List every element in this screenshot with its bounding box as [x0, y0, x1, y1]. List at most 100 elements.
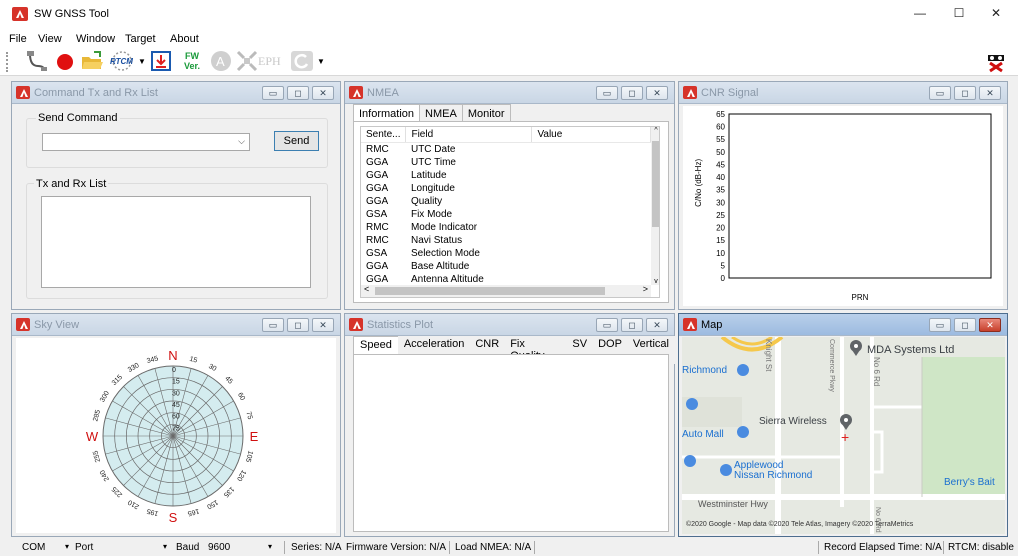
table-row[interactable]: RMC UTC Date	[361, 143, 651, 156]
column-header-field[interactable]: Field	[405, 127, 533, 143]
stats-window: Statistics Plot ▭ ◻ ✕ Speed Acceleration…	[344, 313, 675, 537]
send-button[interactable]: Send	[274, 131, 319, 151]
baud-select-dropdown-icon[interactable]: ▾	[268, 542, 272, 551]
map-view[interactable]: + MDA Systems Ltd Richmond Sierra Wirele…	[682, 337, 1005, 534]
port-select[interactable]: Port	[75, 542, 93, 553]
close-button[interactable]: ✕	[979, 86, 1001, 100]
command-combobox[interactable]: ⌵	[42, 133, 250, 151]
sentence-cell: RMC	[366, 221, 389, 233]
minimize-button[interactable]: —	[906, 6, 934, 22]
minimize-button[interactable]: ▭	[596, 86, 618, 100]
minimize-button[interactable]: ▭	[596, 318, 618, 332]
sky-window: Sky View ▭ ◻ ✕ 0 15 30 45 60 75 15 30 45 60 75 105 1…	[11, 313, 341, 537]
table-header-row: Sente... Field Value	[361, 127, 651, 143]
table-row[interactable]: GGA Base Altitude	[361, 260, 651, 273]
value-cell	[532, 234, 651, 247]
maximize-button[interactable]: ◻	[287, 318, 309, 332]
horizontal-scrollbar[interactable]: < >	[361, 284, 651, 297]
minimize-button[interactable]: ▭	[929, 86, 951, 100]
connect-cable-icon[interactable]	[26, 50, 48, 72]
close-button[interactable]: ✕	[646, 86, 668, 100]
table-row[interactable]: GGA Quality	[361, 195, 651, 208]
table-row[interactable]: GGA Longitude	[361, 182, 651, 195]
maximize-button[interactable]: ◻	[954, 86, 976, 100]
street-commerce-pkwy: Commerce Pkwy	[828, 339, 835, 392]
table-row[interactable]: RMC Navi Status	[361, 234, 651, 247]
record-icon[interactable]	[54, 50, 76, 72]
y-tick-label: 5	[721, 261, 726, 270]
azimuth-label: 135	[222, 485, 235, 498]
tab-monitor[interactable]: Monitor	[461, 104, 511, 122]
map-pin-icon[interactable]	[849, 340, 863, 356]
maximize-button[interactable]: ◻	[621, 318, 643, 332]
txrx-list[interactable]	[41, 196, 311, 288]
sentence-cell: RMC	[366, 143, 389, 155]
maximize-button[interactable]: ◻	[621, 86, 643, 100]
menu-target[interactable]: Target	[125, 33, 156, 45]
elevation-label: 75	[172, 425, 180, 432]
maximize-button[interactable]: ◻	[287, 86, 309, 100]
table-row[interactable]: GGA UTC Time	[361, 156, 651, 169]
vertical-scrollbar[interactable]: ^ v	[651, 127, 659, 285]
menu-window[interactable]: Window	[76, 33, 115, 45]
scroll-thumb[interactable]	[652, 141, 659, 227]
baud-select[interactable]: 9600	[208, 542, 230, 553]
scroll-right-arrow-icon[interactable]: >	[643, 284, 648, 294]
shopping-pin-icon[interactable]	[737, 364, 749, 376]
a-circle-icon[interactable]: A	[210, 50, 232, 72]
close-button[interactable]: ✕	[312, 86, 334, 100]
port-dropdown-icon[interactable]: ▾	[65, 542, 69, 551]
maximize-button[interactable]: ◻	[954, 318, 976, 332]
stats-window-title: Statistics Plot	[367, 319, 434, 331]
close-button[interactable]: ✕	[312, 318, 334, 332]
close-button[interactable]: ✕	[646, 318, 668, 332]
value-cell	[532, 221, 651, 234]
menu-about[interactable]: About	[170, 33, 199, 45]
table-row[interactable]: GGA Latitude	[361, 169, 651, 182]
status-separator	[943, 541, 944, 554]
table-row[interactable]: GSA Fix Mode	[361, 208, 651, 221]
scroll-up-arrow-icon[interactable]: ^	[651, 127, 659, 134]
close-button[interactable]: ✕	[982, 6, 1010, 22]
chevron-down-icon[interactable]: ⌵	[238, 136, 245, 147]
minimize-button[interactable]: ▭	[262, 318, 284, 332]
satellite-icon[interactable]	[236, 50, 258, 72]
tab-nmea[interactable]: NMEA	[419, 104, 463, 122]
compass-south-label: S	[169, 510, 178, 525]
tab-information[interactable]: Information	[353, 104, 421, 122]
shopping-pin-icon[interactable]	[720, 464, 732, 476]
table-row[interactable]: GGA Antenna Altitude	[361, 273, 651, 286]
table-row[interactable]: RMC Mode Indicator	[361, 221, 651, 234]
maximize-button[interactable]: ☐	[945, 6, 973, 22]
map-pin-icon[interactable]	[839, 414, 853, 430]
refresh-icon[interactable]	[290, 50, 316, 72]
minimize-button[interactable]: ▭	[929, 318, 951, 332]
column-header-value[interactable]: Value	[531, 127, 651, 143]
minimize-button[interactable]: ▭	[262, 86, 284, 100]
menu-file[interactable]: File	[9, 33, 27, 45]
shopping-pin-icon[interactable]	[684, 455, 696, 467]
menu-bar: File View Window Target About	[0, 28, 1018, 46]
azimuth-label: 315	[111, 374, 124, 387]
rtcm-dropdown-arrow-icon[interactable]: ▼	[138, 57, 146, 66]
close-button[interactable]: ✕	[979, 318, 1001, 332]
rtcm-icon[interactable]: RTCM	[108, 50, 136, 72]
baud-dropdown-icon[interactable]: ▾	[163, 542, 167, 551]
port-type-select[interactable]: COM	[22, 542, 45, 553]
shopping-pin-icon[interactable]	[686, 398, 698, 412]
download-icon[interactable]	[150, 50, 172, 72]
eph-icon[interactable]: EPH	[258, 54, 281, 69]
scroll-left-arrow-icon[interactable]: <	[364, 284, 369, 294]
hscroll-thumb[interactable]	[375, 287, 605, 295]
fw-version-icon[interactable]: FW Ver.	[184, 51, 200, 71]
column-header-sentence[interactable]: Sente...	[361, 127, 407, 143]
command-window: Command Tx and Rx List ▭ ◻ ✕ Send Comman…	[11, 81, 341, 310]
scroll-down-arrow-icon[interactable]: v	[651, 278, 659, 285]
open-folder-icon[interactable]	[80, 50, 104, 72]
table-row[interactable]: GSA Selection Mode	[361, 247, 651, 260]
refresh-dropdown-arrow-icon[interactable]: ▼	[317, 57, 325, 66]
shopping-pin-icon[interactable]	[737, 426, 749, 438]
menu-view[interactable]: View	[38, 33, 62, 45]
cnr-chart-area: 65 60 55 50 45 40 35 30 25 20 15 10 5 0 C/No (dB-Hz) PR…	[683, 106, 1003, 306]
map-copyright: ©2020 Google - Map data ©2020 Tele Atlas…	[686, 521, 914, 528]
